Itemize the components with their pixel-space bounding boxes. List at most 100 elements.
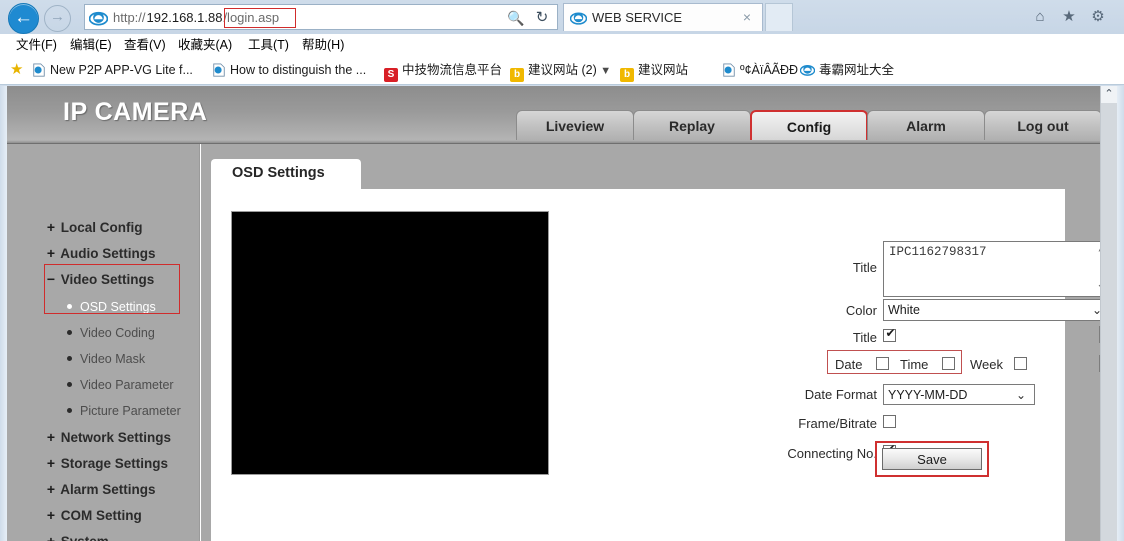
close-icon[interactable]: ×: [740, 8, 754, 26]
favorite-label: How to distinguish the ...: [230, 63, 367, 77]
title-checkbox[interactable]: [883, 327, 897, 342]
sidebar-item-local-config[interactable]: + Local Config: [45, 217, 143, 237]
favorite-item-5[interactable]: b 建议网站: [620, 61, 689, 82]
page-scrollbar[interactable]: ⌃: [1100, 86, 1117, 541]
sidebar-item-label: Alarm Settings: [60, 482, 156, 497]
bullet-icon: [67, 330, 72, 335]
tab-replay[interactable]: Replay: [633, 110, 751, 140]
sidebar-item-audio-settings[interactable]: + Audio Settings: [45, 243, 156, 263]
frame-bitrate-checkbox[interactable]: [883, 415, 896, 428]
sidebar-item-alarm-settings[interactable]: + Alarm Settings: [45, 479, 156, 499]
title-field-label: Title: [852, 260, 877, 275]
week-checkbox[interactable]: [1014, 357, 1027, 370]
bing-icon: b: [620, 68, 634, 82]
date-format-label: Date Format: [804, 387, 877, 402]
tab-strip: WEB SERVICE ×: [563, 3, 763, 31]
sidebar-item-system[interactable]: + System: [45, 531, 109, 541]
sidebar-item-com-setting[interactable]: + COM Setting: [45, 505, 142, 525]
frame-bitrate-label: Frame/Bitrate: [798, 416, 877, 431]
favorite-item-6[interactable]: º¢ÀïÂÃÐÐ: [722, 61, 798, 79]
color-field-label: Color: [845, 303, 877, 318]
favorite-item-2[interactable]: How to distinguish the ...: [212, 61, 366, 79]
time-checkbox[interactable]: [942, 357, 955, 370]
sidebar-item-label: Video Parameter: [80, 378, 174, 392]
sidebar-item-video-settings[interactable]: − Video Settings: [45, 269, 154, 289]
chrome-icon-group: ⌂ ★ ⚙: [1026, 6, 1118, 30]
back-arrow-icon: ←: [14, 7, 33, 28]
tab-logout[interactable]: Log out: [984, 110, 1102, 140]
browser-tab-web-service[interactable]: WEB SERVICE ×: [563, 3, 763, 31]
menu-item-file[interactable]: 文件(F): [16, 36, 57, 55]
sidebar-item-video-coding[interactable]: Video Coding: [67, 323, 155, 343]
menu-item-help[interactable]: 帮助(H): [302, 36, 344, 55]
sogou-icon: S: [384, 68, 398, 82]
home-icon[interactable]: ⌂: [1028, 6, 1052, 28]
title-input[interactable]: [883, 241, 1111, 297]
app-header: IP CAMERA Liveview Replay Config Alarm L…: [7, 86, 1103, 144]
expand-plus-icon: +: [46, 245, 56, 261]
scroll-up-arrow-icon[interactable]: ⌃: [1101, 86, 1117, 103]
favorite-label: º¢ÀïÂÃÐÐ: [740, 63, 799, 77]
date-format-select[interactable]: YYYY-MM-DD: [883, 384, 1035, 405]
expand-plus-icon: +: [46, 533, 56, 541]
sidebar-item-network-settings[interactable]: + Network Settings: [45, 427, 171, 447]
chevron-down-icon[interactable]: ▼: [600, 65, 611, 77]
tab-liveview[interactable]: Liveview: [516, 110, 634, 140]
bing-icon: b: [510, 68, 524, 82]
favorites-star-icon[interactable]: ★: [1057, 6, 1081, 28]
favorite-label: 中技物流信息平台: [402, 63, 503, 77]
window-right-edge: [1117, 86, 1124, 541]
panel-tab-osd-settings[interactable]: OSD Settings: [211, 159, 361, 189]
menu-item-view[interactable]: 查看(V): [124, 36, 166, 55]
address-host: 192.168.1.88: [146, 10, 223, 25]
panel-tab-label: OSD Settings: [232, 165, 325, 181]
ie-logo-icon: [800, 65, 815, 76]
connecting-no-label: Connecting No.: [787, 446, 877, 461]
screen-root: ← → http://192.168.1.88/login.asp 🔍 ↻ WE…: [0, 0, 1124, 541]
sidebar-item-label: OSD Settings: [80, 300, 156, 314]
favorite-item-7[interactable]: 毒霸网址大全: [800, 61, 894, 79]
tab-alarm[interactable]: Alarm: [867, 110, 985, 140]
favorites-star-icon[interactable]: ★: [10, 62, 26, 78]
bullet-icon: [67, 304, 72, 309]
sidebar-item-label: System: [61, 534, 109, 541]
sidebar-item-label: Local Config: [60, 220, 143, 235]
video-preview[interactable]: [231, 211, 549, 475]
favorite-label: 建议网站: [638, 63, 689, 77]
collapse-minus-icon: −: [46, 271, 56, 287]
favorite-item-1[interactable]: New P2P APP-VG Lite f...: [32, 61, 193, 79]
sidebar-item-storage-settings[interactable]: + Storage Settings: [45, 453, 168, 473]
sidebar-item-picture-parameter[interactable]: Picture Parameter: [67, 401, 181, 421]
sidebar-item-video-parameter[interactable]: Video Parameter: [67, 375, 174, 395]
menu-item-favorites[interactable]: 收藏夹(A): [178, 36, 232, 55]
new-tab-button[interactable]: [765, 3, 793, 31]
expand-plus-icon: +: [46, 219, 56, 235]
favorite-label: New P2P APP-VG Lite f...: [50, 63, 193, 77]
refresh-icon[interactable]: ↻: [533, 8, 551, 28]
tab-config[interactable]: Config: [750, 110, 868, 140]
back-button[interactable]: ←: [8, 3, 39, 34]
forward-button[interactable]: →: [44, 5, 71, 32]
sidebar-item-video-mask[interactable]: Video Mask: [67, 349, 145, 369]
ie-page-icon: [723, 63, 735, 77]
favorite-label: 毒霸网址大全: [819, 63, 895, 77]
week-toggle-label: Week: [970, 357, 1003, 372]
address-scheme: http://: [113, 10, 146, 25]
date-checkbox[interactable]: [876, 357, 889, 370]
address-bar[interactable]: http://192.168.1.88/login.asp 🔍 ↻: [84, 4, 558, 30]
color-select[interactable]: White: [883, 299, 1111, 321]
window-left-edge: [0, 86, 7, 541]
favorite-label: 建议网站 (2): [528, 63, 597, 77]
sidebar-item-label: Picture Parameter: [80, 404, 181, 418]
menu-item-tools[interactable]: 工具(T): [248, 36, 289, 55]
sidebar-item-osd-settings[interactable]: OSD Settings: [67, 297, 156, 317]
search-icon[interactable]: 🔍: [505, 9, 527, 27]
gear-icon[interactable]: ⚙: [1086, 6, 1110, 28]
save-button-highlight: Save: [875, 441, 989, 477]
favorite-item-3[interactable]: S 中技物流信息平台: [384, 61, 503, 82]
expand-plus-icon: +: [46, 455, 56, 471]
save-button[interactable]: Save: [882, 448, 982, 470]
favorite-item-4[interactable]: b 建议网站 (2) ▼: [510, 61, 611, 82]
menu-item-edit[interactable]: 编辑(E): [70, 36, 112, 55]
browser-chrome: ← → http://192.168.1.88/login.asp 🔍 ↻ WE…: [0, 0, 1124, 86]
